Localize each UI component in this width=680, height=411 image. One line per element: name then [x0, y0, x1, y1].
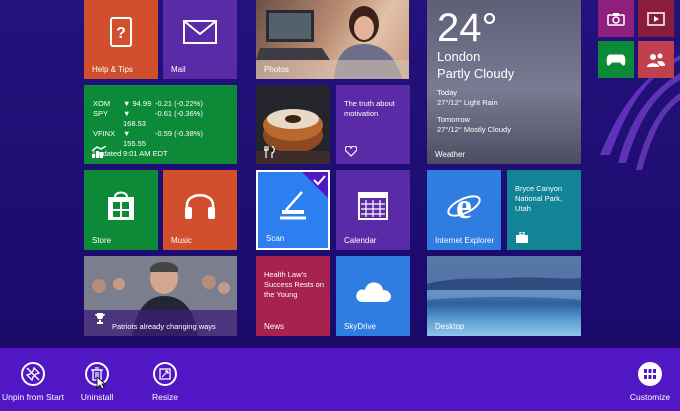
- customize-button[interactable]: Customize: [624, 362, 676, 402]
- resize-label: Resize: [152, 392, 178, 402]
- weather-tomorrow-label: Tomorrow: [437, 115, 470, 124]
- stock-list: XOM ▼ 94.99 -0.21 (-0.22%) SPY ▼ 168.53 …: [93, 99, 203, 159]
- tile-skydrive[interactable]: SkyDrive: [336, 256, 410, 336]
- weather-temperature: 24°: [437, 6, 498, 50]
- tile-label: Weather: [435, 150, 466, 159]
- weather-today-label: Today: [437, 88, 458, 97]
- stock-value: ▼ 168.53: [123, 109, 146, 128]
- tile-store[interactable]: Store: [84, 170, 158, 250]
- stock-change: -0.21 (-0.22%): [155, 99, 203, 108]
- trophy-icon: [95, 313, 105, 324]
- tile-calendar[interactable]: Calendar: [336, 170, 410, 250]
- store-bag-icon: [108, 191, 134, 221]
- tile-people[interactable]: [638, 41, 674, 78]
- tile-label: Help & Tips: [92, 65, 133, 74]
- health-headline: The truth about motivation: [344, 99, 395, 118]
- suitcase-icon: [516, 232, 528, 243]
- headphones-icon: [185, 194, 215, 220]
- travel-headline: Bryce Canyon National Park, Utah: [515, 184, 563, 213]
- resize-button[interactable]: Resize: [140, 362, 190, 402]
- app-bar: Unpin from Start Uninstall Resize Custom…: [0, 348, 680, 411]
- scanner-icon: [280, 191, 306, 220]
- tile-games[interactable]: [598, 41, 634, 78]
- tile-label: Scan: [266, 234, 285, 243]
- heart-icon: [345, 146, 357, 157]
- camera-icon: [607, 12, 625, 26]
- unpin-from-start-button[interactable]: Unpin from Start: [2, 362, 64, 402]
- people-icon: [647, 53, 665, 67]
- mouse-pointer-icon: [96, 376, 106, 390]
- svg-text:?: ?: [116, 25, 126, 42]
- resize-icon: [153, 362, 177, 386]
- weather-condition: Partly Cloudy: [437, 66, 515, 81]
- stock-symbol: XOM: [93, 99, 111, 108]
- game-controller-icon: [606, 54, 626, 66]
- calendar-icon: [358, 192, 388, 221]
- cloud-icon: [356, 282, 391, 303]
- stock-row: SPY ▼ 168.53 -0.61 (-0.36%): [93, 109, 203, 129]
- stock-value: ▼ 155.55: [123, 129, 146, 148]
- tile-label: Desktop: [435, 322, 465, 331]
- tile-finance[interactable]: XOM ▼ 94.99 -0.21 (-0.22%) SPY ▼ 168.53 …: [84, 85, 237, 164]
- tile-label: Mail: [171, 65, 186, 74]
- ie-logo-icon: e: [447, 188, 481, 222]
- unpin-icon: [21, 362, 45, 386]
- tile-camera[interactable]: [598, 0, 634, 37]
- tile-scan[interactable]: Scan: [256, 170, 330, 250]
- video-icon: [647, 11, 665, 26]
- weather-today: 27°/12° Light Rain: [437, 98, 498, 107]
- tile-label: SkyDrive: [344, 322, 377, 331]
- stock-symbol: SPY: [93, 109, 109, 118]
- updated-time: 9:01 AM EDT: [123, 149, 168, 158]
- weather-tomorrow: 27°/12° Mostly Cloudy: [437, 125, 511, 134]
- stock-change: -0.59 (-0.38%): [155, 129, 203, 138]
- tile-internet-explorer[interactable]: e Internet Explorer: [427, 170, 501, 250]
- tile-video[interactable]: [638, 0, 674, 37]
- news-headline: Health Law's Success Rests on the Young: [264, 270, 325, 299]
- food-icon: [264, 146, 275, 158]
- stock-value: ▼ 94.99: [123, 99, 152, 108]
- tile-food-photo[interactable]: [256, 85, 330, 164]
- start-screen: ? Help & Tips Mail Photos XOM ▼ 94.99 -0…: [0, 0, 680, 348]
- mail-icon: [183, 19, 217, 44]
- tile-photos[interactable]: Photos: [256, 0, 409, 79]
- stock-row: VFINX ▼ 155.55 -0.59 (-0.38%): [93, 129, 203, 149]
- stock-updated-row: Updated 9:01 AM EDT: [93, 149, 203, 159]
- sports-headline: Patriots already changing ways: [112, 322, 216, 331]
- tile-label: Photos: [264, 65, 289, 74]
- tile-label: Store: [92, 236, 112, 245]
- tile-travel[interactable]: Bryce Canyon National Park, Utah: [507, 170, 581, 250]
- tile-desktop[interactable]: Desktop: [427, 256, 581, 336]
- tile-label: Internet Explorer: [435, 236, 495, 245]
- stock-change: -0.61 (-0.36%): [155, 109, 203, 118]
- tile-label: News: [264, 322, 285, 331]
- unpin-label: Unpin from Start: [2, 392, 64, 402]
- weather-city: London: [437, 49, 481, 64]
- tile-health[interactable]: The truth about motivation: [336, 85, 410, 164]
- chart-icon: [92, 146, 106, 158]
- tile-news[interactable]: Health Law's Success Rests on the Young …: [256, 256, 330, 336]
- tile-music[interactable]: Music: [163, 170, 237, 250]
- tile-mail[interactable]: Mail: [163, 0, 237, 79]
- tile-label: Calendar: [344, 236, 377, 245]
- stock-row: XOM ▼ 94.99 -0.21 (-0.22%): [93, 99, 203, 109]
- uninstall-label: Uninstall: [80, 392, 114, 402]
- help-icon: ?: [110, 16, 132, 47]
- customize-icon: [638, 362, 662, 386]
- customize-label: Customize: [629, 392, 671, 402]
- tile-weather[interactable]: 24° London Partly Cloudy Today 27°/12° L…: [427, 0, 581, 164]
- svg-text:e: e: [456, 188, 472, 222]
- tile-sports[interactable]: Patriots already changing ways: [84, 256, 237, 336]
- tile-help-tips[interactable]: ? Help & Tips: [84, 0, 158, 79]
- tile-label: Music: [171, 236, 192, 245]
